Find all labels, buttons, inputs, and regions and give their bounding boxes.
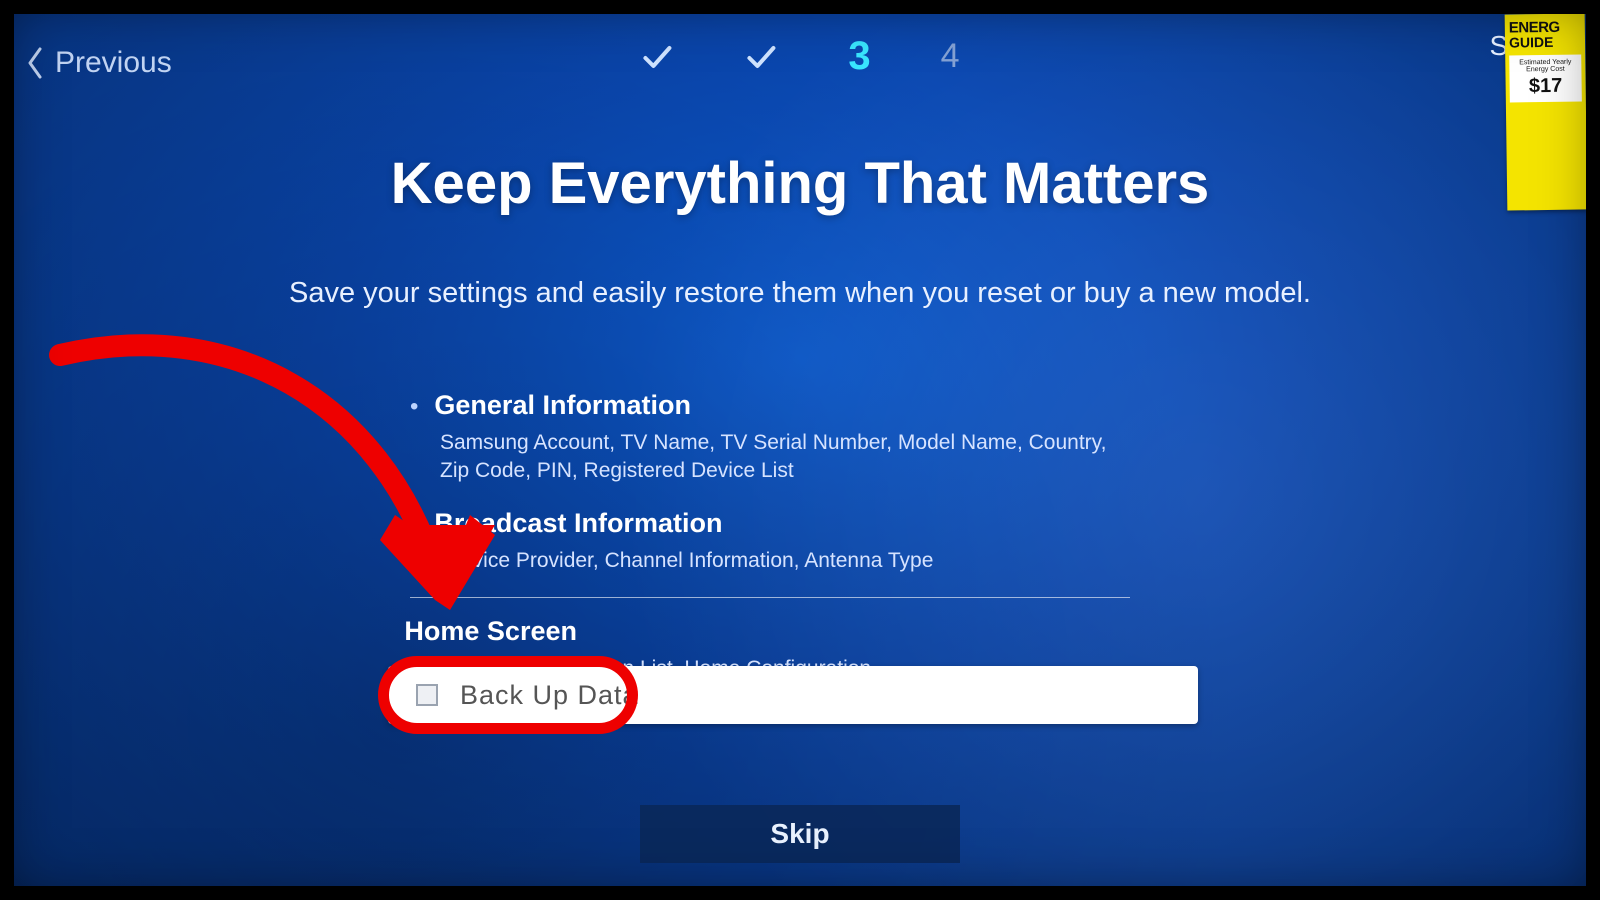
sticker-box: Estimated YearlyEnergy Cost $17 (1509, 55, 1582, 103)
back-up-data-label: Back Up Data (460, 680, 639, 711)
step-4-number: 4 (941, 37, 960, 76)
bullet-icon: • (410, 513, 418, 537)
step-1-check-icon (640, 40, 674, 74)
item-title: Home Screen (404, 616, 577, 647)
sticker-price: $17 (1511, 75, 1579, 99)
list-item: • Broadcast Information Service Provider… (410, 508, 1130, 575)
step-3-number: 3 (848, 34, 870, 79)
previous-button[interactable]: Previous (25, 46, 172, 80)
item-desc: Samsung Account, TV Name, TV Serial Numb… (440, 429, 1130, 486)
step-2-check-icon (744, 40, 778, 74)
bullet-icon: • (410, 395, 418, 419)
previous-label: Previous (55, 46, 172, 80)
sticker-subheader: GUIDE (1509, 35, 1581, 50)
item-title: General Information (434, 390, 691, 421)
checkbox-icon (416, 684, 438, 706)
page-subtitle: Save your settings and easily restore th… (0, 277, 1600, 310)
skip-button[interactable]: Skip (640, 805, 960, 863)
info-list: • General Information Samsung Account, T… (410, 390, 1130, 705)
list-item: • General Information Samsung Account, T… (410, 390, 1130, 486)
step-indicator: 3 4 (640, 34, 959, 79)
item-title: Broadcast Information (434, 508, 722, 539)
page-title: Keep Everything That Matters (0, 150, 1600, 217)
back-up-data-button[interactable]: Back Up Data (388, 666, 1198, 724)
energy-guide-sticker: ENERG GUIDE Estimated YearlyEnergy Cost … (1505, 13, 1588, 210)
divider (410, 597, 1130, 598)
chevron-left-icon (25, 46, 45, 80)
item-desc: Service Provider, Channel Information, A… (440, 547, 1130, 575)
skip-label: Skip (770, 818, 829, 850)
